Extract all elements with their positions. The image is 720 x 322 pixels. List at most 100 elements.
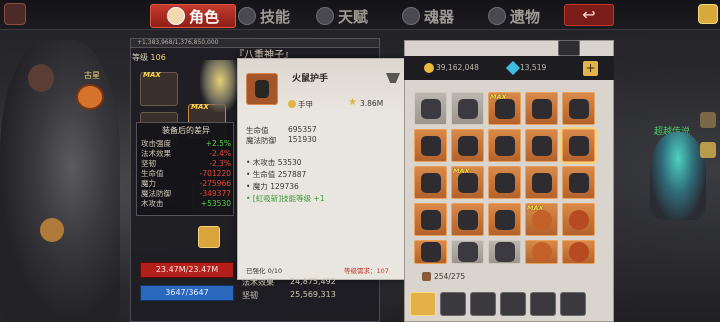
enhance-progress: 已强化 0/10: [246, 267, 283, 275]
inventory-slot[interactable]: MAX: [451, 166, 484, 199]
amulet-icon: [531, 242, 552, 262]
item-power: 3.86M: [360, 99, 384, 108]
inventory-slot[interactable]: [488, 166, 521, 199]
inventory-slot[interactable]: [525, 129, 558, 162]
category-boots-tab[interactable]: [560, 292, 586, 316]
level-value: 106: [150, 53, 166, 62]
inventory-slot[interactable]: [562, 203, 595, 236]
inventory-slot[interactable]: [488, 203, 521, 236]
right-hero-portrait: [650, 132, 706, 220]
gem-amount: 13,519: [520, 63, 547, 72]
inventory-slot-selected[interactable]: [560, 127, 597, 164]
compare-row: 法术效果 -2.4%: [141, 149, 231, 158]
gauntlet-icon: [531, 135, 552, 156]
helmet-icon: [457, 98, 478, 119]
add-currency-button[interactable]: +: [583, 61, 598, 76]
inventory-slot[interactable]: [488, 240, 521, 264]
inventory-slot[interactable]: [488, 129, 521, 162]
helmet-icon: [494, 98, 515, 119]
boots-icon: [420, 172, 441, 193]
level-label: 等级: [132, 53, 148, 62]
tab-soul-label: 魂器: [424, 7, 455, 26]
tab-skill[interactable]: 技能: [238, 4, 290, 28]
helmet-icon: [420, 98, 441, 119]
lock-icon[interactable]: [700, 142, 716, 158]
under-stat-label: 坚韧: [242, 291, 258, 300]
event-icon[interactable]: [700, 112, 716, 128]
category-helmet-tab[interactable]: [470, 292, 496, 316]
inventory-slot[interactable]: [414, 240, 447, 264]
inventory-count-current: 254: [434, 272, 449, 281]
boots-icon: [568, 172, 589, 193]
level-requirement: 等级需求：107: [344, 267, 389, 275]
role-tab-icon: [166, 7, 185, 25]
inventory-slot[interactable]: [525, 166, 558, 199]
compare-row: 魔力 -275966: [141, 179, 231, 188]
inventory-slot[interactable]: [525, 240, 558, 264]
flame-pet-icon: [40, 218, 64, 242]
inventory-slot[interactable]: [414, 129, 447, 162]
equip-compare-box: 装备后的差异 攻击强度 +2.5% 法术效果 -2.4% 坚韧 -2.3% 生命…: [136, 122, 234, 216]
inventory-count: 254/275: [434, 272, 465, 281]
mp-bar: 3647/3647: [140, 285, 234, 301]
boots-icon: [494, 172, 515, 193]
item-tooltip: 火鼠护手 手甲 ★ 3.86M 生命值 695357 魔法防御 151930 •…: [237, 58, 405, 280]
back-button[interactable]: ↩: [564, 4, 614, 26]
pumpkin-pet-icon: [76, 84, 104, 110]
inventory-slot[interactable]: [451, 203, 484, 236]
inventory-slot[interactable]: [562, 92, 595, 125]
inventory-slot[interactable]: [414, 92, 447, 125]
compare-row: 攻击强度 +2.5%: [141, 139, 231, 148]
ring-icon: [568, 242, 589, 262]
tab-relic[interactable]: 遗物: [488, 4, 540, 28]
under-stat-label: 法术效果: [242, 278, 274, 287]
inventory-count-max: 275: [450, 272, 466, 281]
inventory-slot[interactable]: [451, 92, 484, 125]
gauntlet-icon: [494, 135, 515, 156]
under-stat-value: 25,569,313: [290, 290, 336, 299]
talent-tab-icon: [316, 7, 334, 25]
inventory-slot[interactable]: [451, 129, 484, 162]
inventory-slot[interactable]: MAX: [525, 203, 558, 236]
compare-row: 木攻击 +53530: [141, 199, 231, 208]
category-all-tab[interactable]: [410, 292, 436, 316]
inventory-filter-button[interactable]: [558, 40, 580, 56]
tab-talent[interactable]: 天赋: [316, 4, 368, 28]
category-armor-tab[interactable]: [500, 292, 526, 316]
category-glove-tab[interactable]: [530, 292, 556, 316]
gold-amount: 39,162,048: [436, 63, 479, 72]
inventory-slot[interactable]: [562, 166, 595, 199]
level-display: 等级 106: [132, 52, 166, 63]
back-arrow-icon: ↩: [582, 5, 596, 24]
nearby-name-label: 古星: [84, 71, 100, 80]
character-avatar-icon[interactable]: [698, 4, 718, 24]
item-type: 手甲: [298, 100, 313, 109]
tab-soul[interactable]: 魂器: [402, 4, 454, 28]
compare-row: 魔法防御 -349377: [141, 189, 231, 198]
armor-set-icon[interactable]: [198, 226, 220, 248]
max-tag: MAX: [490, 93, 507, 101]
base-stat-value: 695357: [288, 125, 317, 134]
inventory-slot[interactable]: [451, 240, 484, 264]
compare-row: 生命值 -701220: [141, 169, 231, 178]
side-menu-icon[interactable]: [4, 3, 26, 25]
inventory-slot[interactable]: MAX: [488, 92, 521, 125]
inventory-slot[interactable]: [525, 92, 558, 125]
relic-tab-icon: [488, 7, 506, 25]
inventory-slot[interactable]: [562, 240, 595, 264]
inventory-slot[interactable]: [414, 166, 447, 199]
base-stat-value: 151930: [288, 135, 317, 144]
tab-role-label: 角色: [188, 7, 219, 26]
tab-role[interactable]: 角色: [150, 4, 236, 28]
character-staff-art: [200, 60, 240, 112]
equip-slot-weapon[interactable]: MAX: [140, 71, 178, 106]
helmet-icon: [531, 98, 552, 119]
inventory-slot[interactable]: [414, 203, 447, 236]
mask-icon: [457, 135, 478, 156]
tab-relic-label: 遗物: [510, 7, 541, 26]
boots-icon: [457, 209, 478, 230]
skill-bonus: • [虹吸斩]技能等级 +1: [246, 194, 325, 203]
gold-coin-icon: [424, 63, 434, 73]
base-stat-label: 魔法防御: [246, 136, 276, 145]
category-weapon-tab[interactable]: [440, 292, 466, 316]
